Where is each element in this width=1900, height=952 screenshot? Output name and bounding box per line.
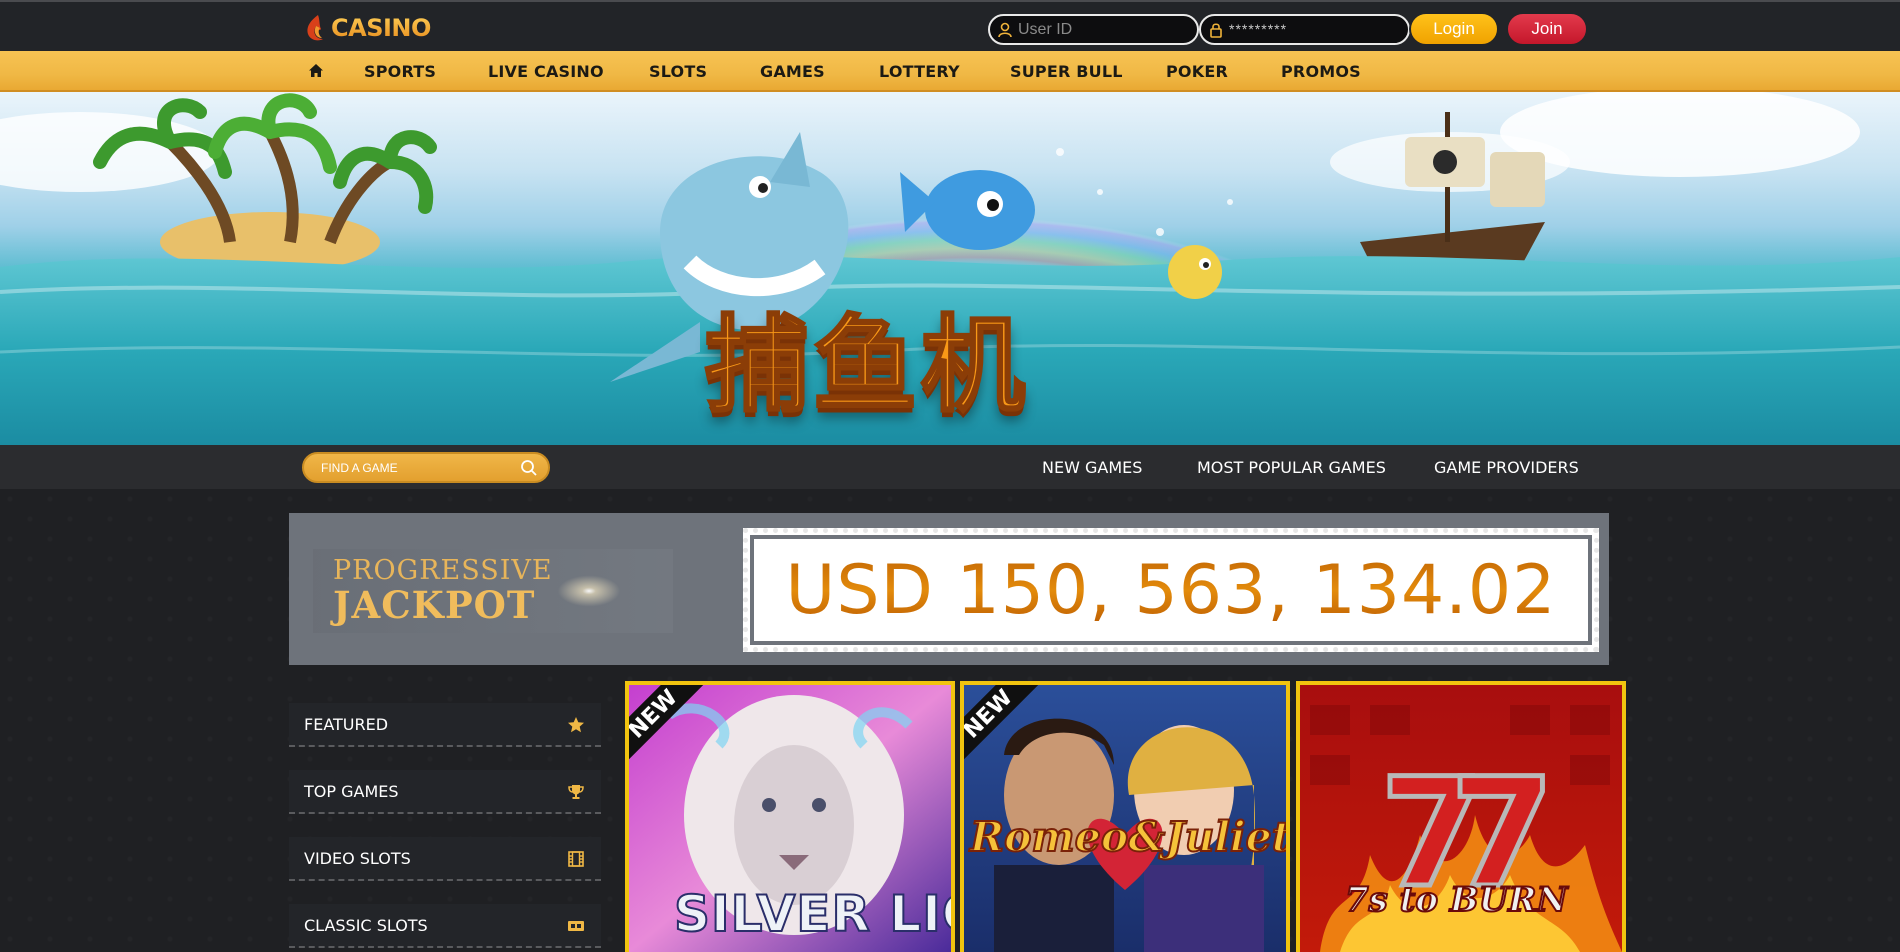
link-game-providers[interactable]: GAME PROVIDERS xyxy=(1434,458,1579,477)
user-id-field[interactable] xyxy=(988,14,1199,45)
game-tile-7s-to-burn[interactable]: 7 7 7s to BURN xyxy=(1296,681,1626,952)
category-video-slots[interactable]: VIDEO SLOTS xyxy=(289,837,601,881)
jackpot-frame: USD 150, 563, 134.02 xyxy=(738,523,1604,657)
top-bar: CASINO Login Join xyxy=(0,0,1900,51)
nav-item-live-casino[interactable]: LIVE CASINO xyxy=(488,62,604,81)
nav-item-sports[interactable]: SPORTS xyxy=(364,62,436,81)
search-row: NEW GAMES MOST POPULAR GAMES GAME PROVID… xyxy=(0,445,1900,489)
game-title: Romeo&Juliet xyxy=(969,812,1290,862)
game-title: 7s to BURN xyxy=(1344,879,1569,921)
banner-title: 捕鱼机 xyxy=(703,303,1030,428)
casino-logo[interactable]: CASINO xyxy=(302,12,431,44)
trophy-icon xyxy=(568,785,584,799)
nav-item-promos[interactable]: PROMOS xyxy=(1281,62,1361,81)
category-classic-slots[interactable]: CLASSIC SLOTS xyxy=(289,904,601,948)
login-button[interactable]: Login xyxy=(1409,12,1499,46)
nav-item-poker[interactable]: POKER xyxy=(1166,62,1228,81)
hero-banner[interactable]: 捕鱼机 xyxy=(0,92,1900,445)
ticket-icon xyxy=(568,921,584,931)
link-new-games[interactable]: NEW GAMES xyxy=(1042,458,1142,477)
main-nav: SPORTS LIVE CASINO SLOTS GAMES LOTTERY S… xyxy=(0,51,1900,92)
lens-flare xyxy=(549,571,629,611)
home-icon[interactable] xyxy=(308,63,324,78)
category-label: VIDEO SLOTS xyxy=(304,848,411,868)
game-search-input[interactable] xyxy=(321,460,516,475)
game-search[interactable] xyxy=(302,452,550,483)
film-icon xyxy=(568,851,584,867)
jackpot-line1: PROGRESSIVE xyxy=(333,555,553,586)
progressive-jackpot-panel: PROGRESSIVE JACKPOT USD 150, 563, 134.02 xyxy=(289,513,1609,665)
logo-text: CASINO xyxy=(331,14,431,42)
nav-item-super-bull[interactable]: SUPER BULL xyxy=(1010,62,1123,81)
game-tile-romeo-juliet[interactable]: NEW Romeo&Juliet xyxy=(960,681,1290,952)
game-tile-silver-lion[interactable]: NEW SILVER LION xyxy=(625,681,955,952)
join-button[interactable]: Join xyxy=(1506,12,1588,46)
password-input[interactable] xyxy=(1229,20,1399,39)
jackpot-amount: USD 150, 563, 134.02 xyxy=(785,550,1557,630)
flame-icon xyxy=(307,15,323,41)
category-label: CLASSIC SLOTS xyxy=(304,915,428,935)
user-id-input[interactable] xyxy=(1018,20,1188,39)
password-field[interactable] xyxy=(1199,14,1410,45)
search-icon[interactable] xyxy=(520,459,538,477)
jackpot-display: USD 150, 563, 134.02 xyxy=(754,539,1588,641)
nav-item-lottery[interactable]: LOTTERY xyxy=(879,62,960,81)
user-icon xyxy=(998,22,1012,37)
category-featured[interactable]: FEATURED xyxy=(289,703,601,747)
lock-icon xyxy=(1210,22,1222,38)
game-title: SILVER LION xyxy=(673,884,951,944)
star-icon xyxy=(568,717,584,733)
jackpot-line2: JACKPOT xyxy=(333,583,536,627)
link-most-popular-games[interactable]: MOST POPULAR GAMES xyxy=(1197,458,1386,477)
category-label: TOP GAMES xyxy=(304,781,399,801)
category-label: FEATURED xyxy=(304,714,389,734)
nav-item-slots[interactable]: SLOTS xyxy=(649,62,707,81)
nav-item-games[interactable]: GAMES xyxy=(760,62,825,81)
category-top-games[interactable]: TOP GAMES xyxy=(289,770,601,814)
